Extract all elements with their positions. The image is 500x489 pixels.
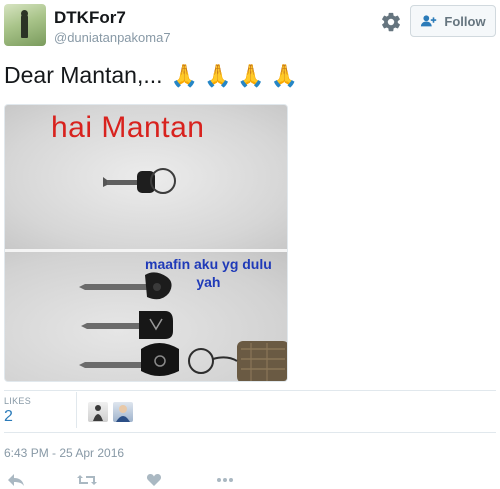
avatar-figure-body <box>21 14 28 38</box>
keys-illustration <box>79 168 287 381</box>
stats-divider-top <box>4 390 496 391</box>
gear-icon[interactable] <box>380 11 402 33</box>
liker-avatar[interactable] <box>113 402 133 422</box>
tweet-action-bar <box>0 470 500 489</box>
liker-avatar-figure <box>116 405 130 422</box>
praying-hands-emoji: 🙏 <box>203 62 232 88</box>
photo-caption-bottom: maafin aku yg dulu yah <box>145 255 272 291</box>
photo-caption-bottom-line2: yah <box>196 274 221 290</box>
tweet-text-body: Dear Mantan,... <box>4 62 163 88</box>
author-name[interactable]: DTKFor7 <box>54 8 126 28</box>
liker-avatar[interactable] <box>88 402 108 422</box>
praying-hands-emoji: 🙏 <box>170 62 198 88</box>
retweet-icon[interactable] <box>76 472 98 488</box>
likes-count[interactable]: 2 <box>4 408 13 426</box>
follow-label: Follow <box>444 13 486 29</box>
tweet-timestamp[interactable]: 6:43 PM - 25 Apr 2016 <box>4 446 124 460</box>
praying-hands-emoji: 🙏 <box>270 62 299 88</box>
stats-divider-bottom <box>4 432 496 433</box>
car-key-2-icon <box>81 311 173 339</box>
reply-icon[interactable] <box>6 472 26 488</box>
leather-keychain-icon <box>212 341 287 381</box>
add-user-icon <box>421 15 437 27</box>
likes-label: LIKES <box>4 396 32 406</box>
heart-icon[interactable] <box>146 472 162 488</box>
author-handle[interactable]: @duniatanpakoma7 <box>54 30 171 45</box>
praying-hands-emoji-group: 🙏 🙏 🙏 🙏 <box>170 62 299 88</box>
photo-caption-top: hai Mantan <box>51 111 205 144</box>
car-key-3-icon <box>79 343 214 376</box>
single-key-icon <box>103 168 176 194</box>
stats-vertical-divider <box>76 392 77 428</box>
tweet-photo[interactable]: hai Mantan maafin aku yg dulu yah <box>4 104 288 382</box>
author-avatar[interactable] <box>4 4 46 46</box>
follow-button[interactable]: Follow <box>410 5 496 37</box>
tweet-text: Dear Mantan,... 🙏 🙏 🙏 🙏 <box>4 62 298 89</box>
photo-caption-bottom-line1: maafin aku yg dulu <box>145 256 272 272</box>
liker-avatar-figure <box>93 405 103 421</box>
praying-hands-emoji: 🙏 <box>237 62 265 88</box>
more-icon[interactable] <box>215 472 235 488</box>
